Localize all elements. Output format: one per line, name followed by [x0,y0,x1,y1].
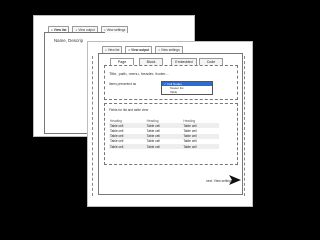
close-icon[interactable]: × [158,48,160,52]
output-panel: Page Block Embedded Code Title, path, me… [98,53,243,195]
table-cell: Table cell [182,143,219,150]
fields-table: Heading Heading Heading Table cell Table… [109,118,219,150]
back-name-text: Name, Descrip [54,38,84,43]
close-icon[interactable]: × [105,48,107,52]
front-sheet: × View list × View output × View setting… [87,41,253,207]
torn-edge-right [244,56,245,196]
subtab-code[interactable]: Code [199,58,223,65]
section-page-settings: Title, path, menu, header, footer... Ite… [104,65,238,100]
subtab-page[interactable]: Page [110,58,134,65]
table-row: Table cell Table cell Table cell [109,143,219,150]
dropdown-option-table[interactable]: Table [170,90,177,94]
front-tab-view-list[interactable]: × View list [102,46,123,53]
torn-edge-left [92,56,93,196]
items-presented-label: Items presented as [109,82,137,86]
table-cell: Table cell [109,143,146,150]
subtab-embedded[interactable]: Embedded [171,58,197,65]
fields-summary-text: Title, path, menu, header, footer... [109,71,169,76]
fields-section-title: Fields for list and table view [109,108,149,112]
front-tab-row: × View list × View output × View setting… [102,46,183,53]
front-tab-view-settings[interactable]: × View settings [155,46,183,53]
items-presented-dropdown[interactable]: ✓ Full Nodes Teaser list Table [161,81,213,95]
arrow-right-icon[interactable] [229,175,241,185]
table-cell: Table cell [145,143,183,150]
section-fields: Fields for list and table view Heading H… [104,103,238,165]
front-tab-view-output[interactable]: × View output [125,46,153,53]
close-icon[interactable]: × [128,48,130,52]
subtab-block[interactable]: Block [139,58,163,65]
